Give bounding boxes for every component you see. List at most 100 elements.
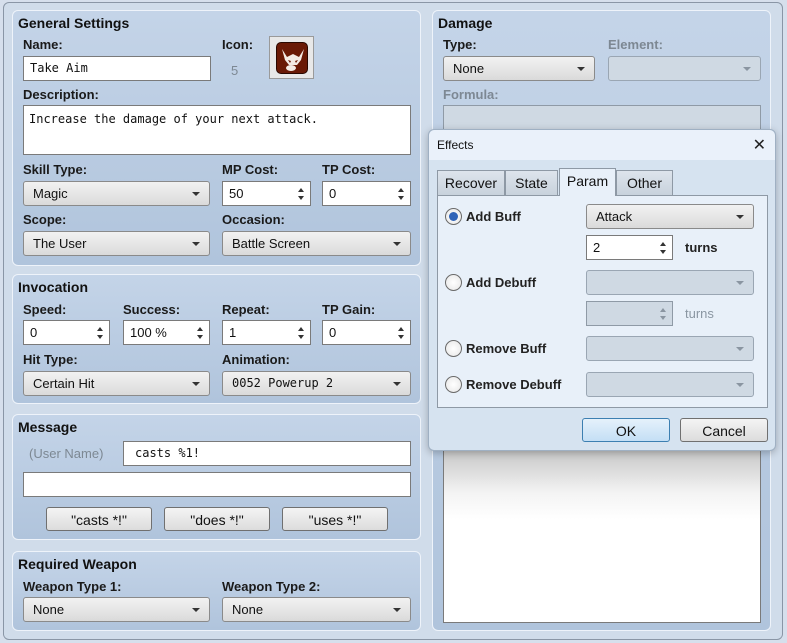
tp-cost-spinner[interactable]: 0	[322, 181, 411, 206]
spin-down-icon[interactable]	[398, 196, 404, 200]
spin-down-icon[interactable]	[197, 335, 203, 339]
spin-down-icon[interactable]	[660, 250, 666, 254]
remove-buff-label[interactable]: Remove Buff	[466, 341, 546, 356]
animation-label: Animation:	[222, 352, 290, 367]
damage-type-select[interactable]: None	[443, 56, 595, 81]
weapon-type1-label: Weapon Type 1:	[23, 579, 122, 594]
icon-picker[interactable]	[269, 36, 314, 79]
spin-down-icon[interactable]	[298, 196, 304, 200]
turns-label: turns	[685, 306, 714, 321]
spin-up-icon[interactable]	[298, 188, 304, 192]
spin-down-icon[interactable]	[660, 316, 666, 320]
add-debuff-radio[interactable]	[445, 274, 462, 291]
weapon-type2-value: None	[232, 602, 264, 617]
add-debuff-turns-spinner[interactable]	[586, 301, 673, 326]
occasion-value: Battle Screen	[232, 236, 311, 251]
chevron-down-icon	[736, 281, 744, 285]
chevron-down-icon	[736, 383, 744, 387]
add-buff-param-select[interactable]: Attack	[586, 204, 754, 229]
scope-select[interactable]: The User	[23, 231, 210, 256]
add-debuff-label[interactable]: Add Debuff	[466, 275, 536, 290]
tab-recover[interactable]: Recover	[437, 170, 505, 195]
repeat-spinner[interactable]: 1	[222, 320, 311, 345]
add-buff-radio[interactable]	[445, 208, 462, 225]
spin-down-icon[interactable]	[97, 335, 103, 339]
add-debuff-param-select[interactable]	[586, 270, 754, 295]
demon-face-icon	[276, 42, 308, 74]
chevron-down-icon	[393, 608, 401, 612]
spin-up-icon[interactable]	[660, 242, 666, 246]
tp-gain-spinner[interactable]: 0	[322, 320, 411, 345]
effects-dialog: Effects ✕ Recover State Param Other Add …	[428, 129, 776, 451]
skill-type-label: Skill Type:	[23, 162, 88, 177]
spin-down-icon[interactable]	[398, 335, 404, 339]
add-buff-turns-spinner[interactable]: 2	[586, 235, 673, 260]
chevron-down-icon	[192, 608, 200, 612]
formula-label: Formula:	[443, 87, 499, 102]
chevron-down-icon	[736, 347, 744, 351]
param-tab-panel: Add Buff Attack 2 turns Add Debuff turns…	[437, 195, 768, 408]
tab-param[interactable]: Param	[559, 168, 616, 196]
does-template-button[interactable]: "does *!"	[164, 507, 270, 531]
group-title: General Settings	[18, 15, 130, 31]
group-title: Required Weapon	[18, 556, 137, 572]
chevron-down-icon	[192, 382, 200, 386]
speed-value: 0	[30, 325, 38, 340]
speed-label: Speed:	[23, 302, 67, 317]
remove-buff-radio[interactable]	[445, 340, 462, 357]
message-line1-input[interactable]: casts %1!	[123, 441, 411, 466]
chevron-down-icon	[192, 242, 200, 246]
mp-cost-spinner[interactable]: 50	[222, 181, 311, 206]
success-spinner[interactable]: 100 %	[123, 320, 210, 345]
element-select[interactable]	[608, 56, 761, 81]
skill-type-select[interactable]: Magic	[23, 181, 210, 206]
tp-cost-value: 0	[329, 186, 337, 201]
remove-debuff-label[interactable]: Remove Debuff	[466, 377, 561, 392]
message-line2-input[interactable]	[23, 472, 411, 497]
chevron-down-icon	[393, 242, 401, 246]
user-name-label: (User Name)	[29, 446, 104, 461]
name-input[interactable]: Take Aim	[23, 56, 211, 81]
tab-other[interactable]: Other	[616, 170, 673, 195]
add-buff-label[interactable]: Add Buff	[466, 209, 521, 224]
hit-type-label: Hit Type:	[23, 352, 78, 367]
weapon-type1-select[interactable]: None	[23, 597, 210, 622]
spin-up-icon[interactable]	[660, 308, 666, 312]
casts-template-button[interactable]: "casts *!"	[46, 507, 152, 531]
weapon-type2-select[interactable]: None	[222, 597, 411, 622]
uses-template-button[interactable]: "uses *!"	[282, 507, 388, 531]
close-icon[interactable]: ✕	[753, 135, 766, 155]
remove-debuff-radio[interactable]	[445, 376, 462, 393]
spin-up-icon[interactable]	[398, 327, 404, 331]
weapon-type1-value: None	[33, 602, 65, 617]
remove-buff-param-select[interactable]	[586, 336, 754, 361]
spin-down-icon[interactable]	[298, 335, 304, 339]
tp-gain-label: TP Gain:	[322, 302, 376, 317]
tab-state[interactable]: State	[505, 170, 558, 195]
animation-value: 0052 Powerup 2	[232, 376, 334, 390]
effects-list[interactable]	[443, 451, 761, 623]
repeat-value: 1	[229, 325, 237, 340]
speed-spinner[interactable]: 0	[23, 320, 110, 345]
spin-up-icon[interactable]	[197, 327, 203, 331]
weapon-type2-label: Weapon Type 2:	[222, 579, 321, 594]
dialog-title: Effects	[437, 138, 474, 152]
animation-select[interactable]: 0052 Powerup 2	[222, 371, 411, 396]
icon-index: 5	[231, 63, 239, 78]
ok-button[interactable]: OK	[582, 418, 670, 442]
spin-up-icon[interactable]	[298, 327, 304, 331]
hit-type-select[interactable]: Certain Hit	[23, 371, 210, 396]
spin-up-icon[interactable]	[97, 327, 103, 331]
cancel-button[interactable]: Cancel	[680, 418, 768, 442]
repeat-label: Repeat:	[222, 302, 270, 317]
add-buff-param-value: Attack	[596, 209, 633, 224]
damage-type-label: Type:	[443, 37, 477, 52]
group-title: Damage	[438, 15, 493, 31]
spin-up-icon[interactable]	[398, 188, 404, 192]
occasion-select[interactable]: Battle Screen	[222, 231, 411, 256]
turns-label: turns	[685, 240, 718, 255]
description-input[interactable]: Increase the damage of your next attack.	[23, 105, 411, 155]
element-label: Element:	[608, 37, 663, 52]
remove-debuff-param-select[interactable]	[586, 372, 754, 397]
mp-cost-label: MP Cost:	[222, 162, 279, 177]
